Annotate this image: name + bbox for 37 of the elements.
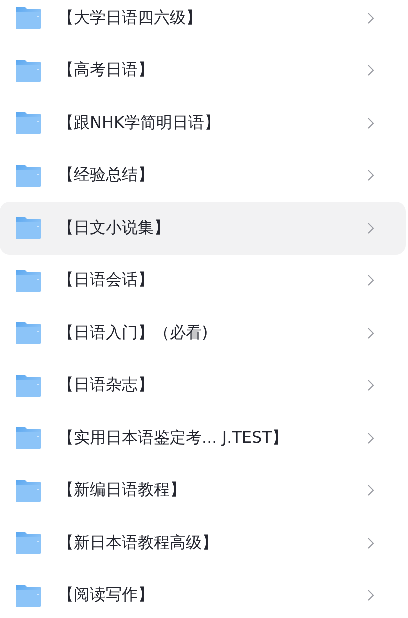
folder-name: 【新日本语教程高级】 bbox=[58, 532, 219, 554]
folder-icon bbox=[16, 427, 41, 450]
folder-name: 【实用日本语鉴定考... J.TEST】 bbox=[58, 428, 289, 449]
folder-icon bbox=[16, 480, 41, 502]
folder-name: 【日语入门】（必看) bbox=[58, 322, 210, 344]
folder-name: 【大学日语四六级】 bbox=[58, 8, 203, 29]
folder-icon bbox=[16, 112, 41, 134]
folder-name: 【经验总结】 bbox=[58, 165, 155, 186]
folder-name: 【日语杂志】 bbox=[58, 375, 155, 396]
chevron-icon bbox=[368, 222, 374, 234]
folder-icon bbox=[16, 217, 41, 240]
chevron-icon bbox=[368, 485, 374, 496]
chevron-icon bbox=[368, 432, 374, 444]
chevron-icon bbox=[368, 65, 374, 76]
chevron-icon bbox=[368, 380, 374, 392]
folder-name: 【新编日语教程】 bbox=[58, 480, 187, 502]
folder-icon bbox=[16, 7, 41, 30]
chevron-icon bbox=[368, 328, 374, 339]
folder-name: 【跟NHK学简明日语】 bbox=[58, 112, 222, 134]
folder-icon bbox=[16, 322, 41, 344]
folder-icon bbox=[16, 584, 41, 607]
folder-name: 【日语会话】 bbox=[58, 270, 155, 292]
folder-icon bbox=[16, 270, 41, 292]
folder-icon bbox=[16, 374, 41, 397]
chevron-icon bbox=[368, 538, 374, 549]
folder-icon bbox=[16, 60, 41, 82]
chevron-icon bbox=[368, 12, 374, 24]
chevron-icon bbox=[368, 118, 374, 129]
folder-row[interactable]: 【日文小说集】 bbox=[0, 202, 406, 254]
folder-name: 【阅读写作】 bbox=[58, 585, 155, 606]
folder-name: 【日文小说集】 bbox=[58, 218, 171, 239]
folder-icon bbox=[16, 532, 41, 554]
chevron-icon bbox=[368, 590, 374, 602]
chevron-icon bbox=[368, 170, 374, 182]
folder-icon bbox=[16, 164, 41, 187]
folder-name: 【高考日语】 bbox=[58, 60, 155, 82]
chevron-icon bbox=[368, 275, 374, 286]
